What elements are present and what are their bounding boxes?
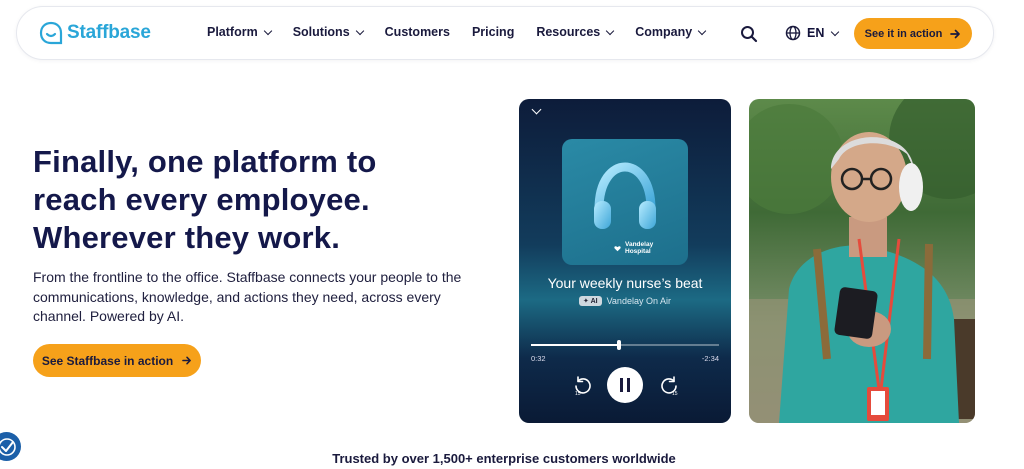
pause-button[interactable] xyxy=(607,367,643,403)
forward-15-label: 15 xyxy=(672,391,678,397)
cover-brand: Vandelay Hospital xyxy=(614,241,659,255)
hero-title-line: Finally, one platform to xyxy=(33,144,377,179)
top-navigation: Staffbase Platform Solutions Customers P… xyxy=(16,6,994,60)
staffbase-logo-icon xyxy=(39,21,63,45)
rewind-15-label: 15 xyxy=(575,391,581,397)
language-selector[interactable]: EN xyxy=(785,25,840,41)
nav-platform[interactable]: Platform xyxy=(207,25,272,39)
cta-label: See it in action xyxy=(864,27,943,40)
collapse-chevron-icon[interactable] xyxy=(531,104,542,115)
chevron-down-icon xyxy=(831,27,840,36)
show-name: Vandelay On Air xyxy=(606,296,671,306)
nurse-illustration xyxy=(749,99,975,423)
chevron-down-icon xyxy=(355,26,364,35)
nav-customers-label: Customers xyxy=(384,25,450,39)
podcast-cover: Vandelay Hospital xyxy=(562,139,688,265)
audio-player-card: Vandelay Hospital Your weekly nurse’s be… xyxy=(519,99,731,423)
nurse-photo xyxy=(749,99,975,423)
nav-pricing[interactable]: Pricing xyxy=(472,25,514,39)
arrow-right-icon xyxy=(182,356,192,365)
nav-resources-label: Resources xyxy=(536,25,601,39)
globe-icon xyxy=(785,25,801,41)
see-staffbase-in-action-button[interactable]: See Staffbase in action xyxy=(33,344,201,377)
nav-resources[interactable]: Resources xyxy=(536,25,615,39)
remaining-time: -2:34 xyxy=(701,354,719,363)
nav-platform-label: Platform xyxy=(207,25,258,39)
arrow-right-icon xyxy=(950,29,961,38)
search-icon[interactable] xyxy=(740,25,758,43)
ai-badge-label: AI xyxy=(590,298,598,305)
hero-title: Finally, one platform to reach every emp… xyxy=(33,143,377,257)
hero-subtitle: From the frontline to the office. Staffb… xyxy=(33,269,462,324)
nav-solutions[interactable]: Solutions xyxy=(292,25,364,39)
hero-cta-label: See Staffbase in action xyxy=(41,353,174,368)
heart-icon xyxy=(614,245,621,251)
chevron-down-icon xyxy=(697,26,707,35)
cover-brand-label: Vandelay Hospital xyxy=(625,241,654,255)
staffbase-logo[interactable]: Staffbase xyxy=(39,21,151,45)
chevron-down-icon xyxy=(263,26,272,35)
pause-icon xyxy=(620,378,630,392)
nav-solutions-label: Solutions xyxy=(292,25,350,39)
nav-company-label: Company xyxy=(635,25,693,39)
progress-fill xyxy=(531,344,620,346)
hero-title-line: reach every employee. xyxy=(33,182,370,217)
track-title: Your weekly nurse’s beat xyxy=(547,275,703,291)
logo-text: Staffbase xyxy=(67,22,151,43)
language-label: EN xyxy=(807,26,825,40)
nav-customers[interactable]: Customers xyxy=(385,25,450,39)
chevron-down-icon xyxy=(606,26,615,35)
accessibility-check-icon xyxy=(0,437,16,456)
forward-15-icon[interactable]: 15 xyxy=(658,375,680,397)
progress-bar[interactable] xyxy=(531,340,719,350)
see-it-in-action-button[interactable]: See it in action xyxy=(854,18,972,49)
rewind-15-icon[interactable]: 15 xyxy=(572,375,594,397)
elapsed-time: 0:32 xyxy=(531,354,546,363)
progress-knob[interactable] xyxy=(617,340,622,350)
trusted-by-text: Trusted by over 1,500+ enterprise custom… xyxy=(332,451,676,466)
ai-badge: ✦ AI xyxy=(579,296,602,306)
main-menu: Platform Solutions Customers Pricing Res… xyxy=(207,25,727,39)
hero-title-line: Wherever they work. xyxy=(33,220,341,255)
nav-pricing-label: Pricing xyxy=(471,25,515,39)
nav-company[interactable]: Company xyxy=(635,25,707,39)
track-subtitle: ✦ AI Vandelay On Air xyxy=(519,296,731,306)
